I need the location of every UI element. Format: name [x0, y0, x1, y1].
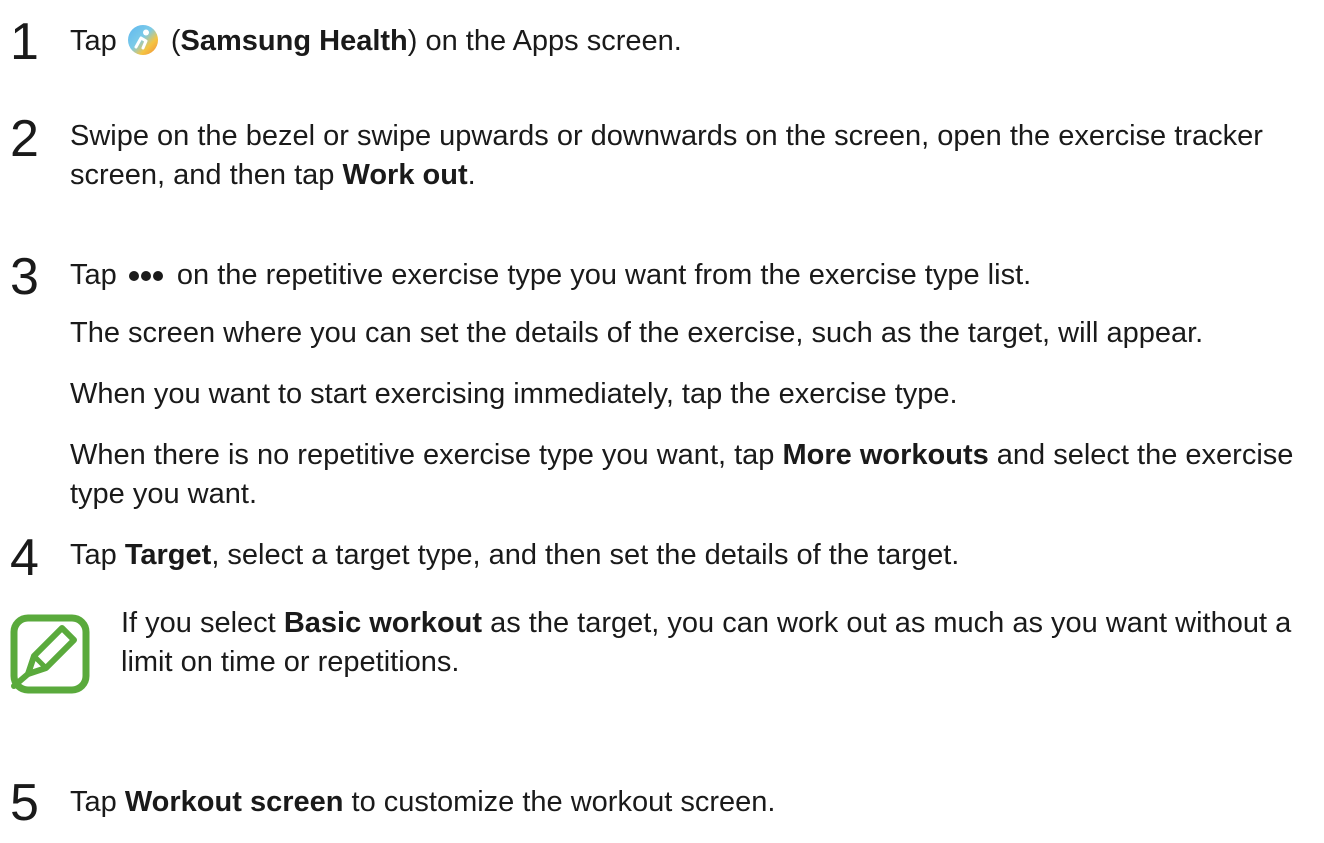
note-text: If you select Basic workout as the targe… — [121, 604, 1314, 682]
step-text-open-paren: ( — [162, 25, 181, 57]
note-text-pre: If you select — [121, 607, 284, 639]
step-detail-pre: When there is no repetitive exercise typ… — [70, 439, 783, 471]
step-detail: The screen where you can set the details… — [70, 317, 1204, 349]
step-detail-bold: More workouts — [782, 439, 989, 471]
step-text-bold: Workout screen — [124, 786, 344, 818]
step-text-post: to customize the workout screen. — [343, 786, 776, 818]
step-number: 5 — [10, 774, 39, 832]
step-text-pre: Tap — [70, 259, 125, 291]
step-text-pre: Tap — [70, 25, 125, 57]
step-text-post: ) on the Apps screen. — [407, 25, 682, 57]
step-text-post: . — [467, 159, 476, 191]
step-number: 3 — [10, 248, 39, 306]
step-number: 1 — [10, 13, 39, 71]
step-text: Swipe on the bezel or swipe upwards or d… — [70, 117, 1312, 195]
step-detail: When you want to start exercising immedi… — [70, 378, 958, 410]
step-number: 4 — [10, 529, 39, 587]
step-text-pre: Swipe on the bezel or swipe upwards or d… — [70, 120, 1263, 191]
more-options-icon — [128, 253, 165, 292]
step-text-bold: Samsung Health — [180, 25, 408, 57]
samsung-health-app-icon — [127, 24, 159, 56]
step-text-pre: Tap — [70, 786, 125, 818]
step-text-bold: Target — [124, 539, 212, 571]
note-text-bold: Basic workout — [283, 607, 483, 639]
step-text: Tap Target, select a target type, and th… — [70, 536, 1312, 575]
step-text: Tap on the repetitive exercise type you … — [70, 253, 1312, 295]
step-text: Tap (Samsung Health) on the Apps screen. — [70, 22, 1312, 61]
step-text: Tap Workout screen to customize the work… — [70, 783, 1312, 822]
step-text-pre: Tap — [70, 539, 125, 571]
step-number: 2 — [10, 110, 39, 168]
step-text-bold: Work out — [342, 159, 468, 191]
step-text-post: on the repetitive exercise type you want… — [168, 259, 1032, 291]
note-pencil-icon — [10, 614, 90, 694]
step-detail: When there is no repetitive exercise typ… — [70, 436, 1316, 514]
step-text-post: , select a target type, and then set the… — [211, 539, 960, 571]
